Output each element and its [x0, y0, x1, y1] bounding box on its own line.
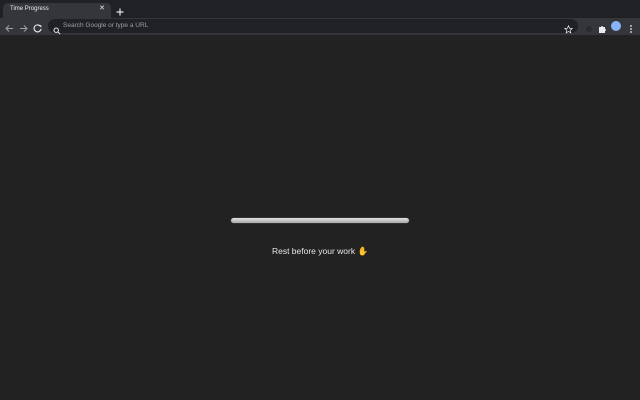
kebab-menu-icon[interactable] — [626, 21, 636, 33]
address-bar[interactable]: Search Google or type a URL — [48, 19, 578, 35]
browser-window: Time Progress ✕ Search Google or type a … — [0, 0, 640, 400]
tab-title: Time Progress — [10, 6, 49, 12]
forward-arrow-icon[interactable] — [18, 21, 29, 32]
extension-icon[interactable] — [584, 21, 594, 33]
back-arrow-icon[interactable] — [4, 21, 15, 32]
status-message: Rest before your work ✋ — [271, 246, 369, 256]
close-icon[interactable]: ✕ — [98, 5, 106, 13]
reload-icon[interactable] — [32, 21, 43, 33]
plus-icon[interactable] — [115, 4, 125, 16]
progress-fill — [231, 218, 409, 223]
page-content: Rest before your work ✋ — [0, 35, 640, 400]
time-progress-bar — [231, 218, 409, 223]
search-icon — [53, 22, 61, 35]
tab-time-progress[interactable]: Time Progress ✕ — [3, 3, 111, 18]
avatar[interactable] — [611, 21, 621, 31]
puzzle-icon[interactable] — [597, 21, 607, 33]
tab-strip: Time Progress ✕ — [0, 0, 640, 18]
search-input[interactable]: Search Google or type a URL — [63, 22, 148, 29]
star-icon[interactable] — [563, 21, 574, 34]
